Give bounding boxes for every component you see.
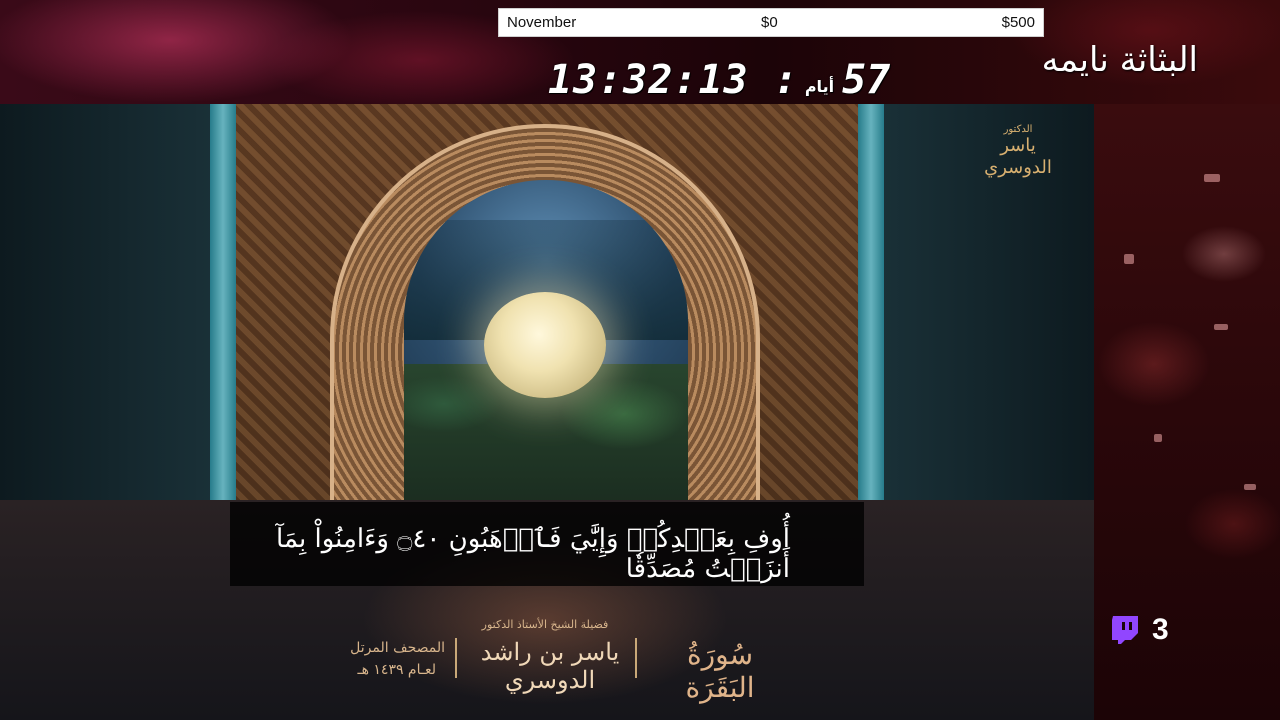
mushaf-year: لعـام ١٤٣٩ هـ [357, 662, 436, 678]
reciter-title: فضيلة الشيخ الأستاذ الدكتور [481, 618, 609, 631]
reciter-logo: الدكتور ياسر الدوسري [978, 124, 1058, 192]
bokeh-light [1214, 324, 1228, 330]
viewer-count-widget: 3 [1108, 610, 1169, 650]
bokeh-light [1204, 174, 1220, 182]
streamer-status-text: البثاثة نايمه [1041, 40, 1198, 80]
moon-image [484, 292, 606, 398]
bokeh-light [1124, 254, 1134, 264]
mushaf-label: المصحف المرتل [350, 640, 445, 656]
bokeh-light [1154, 434, 1162, 442]
countdown-days: 57 [842, 57, 891, 103]
goal-month: November [507, 14, 577, 31]
donation-goal-bar: November $0 $500 [498, 8, 1044, 37]
video-player[interactable]: الدكتور ياسر الدوسري أُوفِ بِعَهۡدِكُمۡ … [0, 104, 1094, 720]
countdown-time: 13:32:13 : [548, 57, 799, 103]
twitch-icon [1112, 616, 1138, 644]
ayah-text: أُوفِ بِعَهۡدِكُمۡ وَإِيَّٰيَ فَٱرۡهَبُو… [276, 524, 790, 584]
goal-current-amount: $0 [761, 14, 778, 31]
reciter-name: ياسر بن راشد الدوسري [480, 638, 620, 694]
countdown-days-unit: أيام [804, 77, 835, 96]
logo-name: ياسر الدوسري [984, 135, 1052, 178]
divider [635, 638, 637, 678]
goal-target-amount: $500 [1001, 14, 1035, 31]
surah-name: سُورَةُ البَقَرَة [685, 638, 755, 704]
right-pillar [858, 104, 884, 504]
divider [455, 638, 457, 678]
left-pillar [210, 104, 236, 504]
countdown-timer: 13:32:13 : أيام 57 [548, 46, 890, 102]
logo-title: الدكتور [1003, 124, 1033, 135]
viewer-count: 3 [1152, 613, 1169, 646]
bokeh-light [1244, 484, 1256, 490]
